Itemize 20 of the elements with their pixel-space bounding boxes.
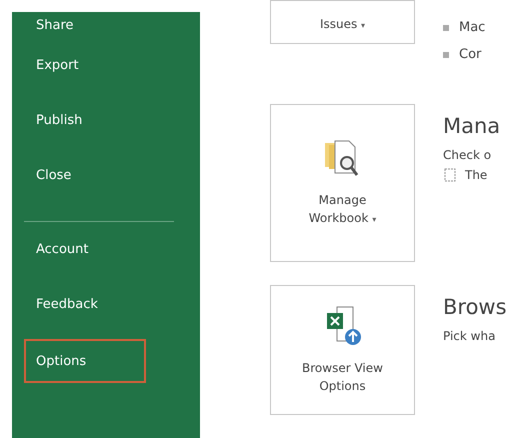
- sidebar-item[interactable]: Options: [24, 339, 146, 383]
- bullet-text: Cor: [459, 47, 482, 62]
- manage-workbook-button[interactable]: Manage Workbook ▾: [270, 104, 415, 262]
- bullet-icon: [443, 24, 449, 30]
- browser-view-options-button[interactable]: Browser View Options: [270, 285, 415, 415]
- section-title: Brows: [443, 295, 507, 319]
- bullet-text: Mac: [459, 20, 486, 35]
- sidebar-item[interactable]: Export: [12, 38, 200, 93]
- section-description: Check o: [443, 148, 492, 162]
- sidebar-item[interactable]: Share: [12, 12, 200, 38]
- sidebar-item[interactable]: Account: [12, 222, 200, 277]
- section-title: Mana: [443, 114, 500, 138]
- file-icon: [443, 168, 457, 182]
- bullet-icon: [443, 52, 449, 58]
- sidebar-item[interactable]: Publish: [12, 93, 200, 148]
- note-text: The: [465, 168, 488, 182]
- check-issues-button[interactable]: Issues ▾: [270, 0, 415, 44]
- sidebar-item[interactable]: Feedback: [12, 277, 200, 332]
- sidebar-item[interactable]: Close: [12, 148, 200, 203]
- section-description: Pick wha: [443, 329, 496, 343]
